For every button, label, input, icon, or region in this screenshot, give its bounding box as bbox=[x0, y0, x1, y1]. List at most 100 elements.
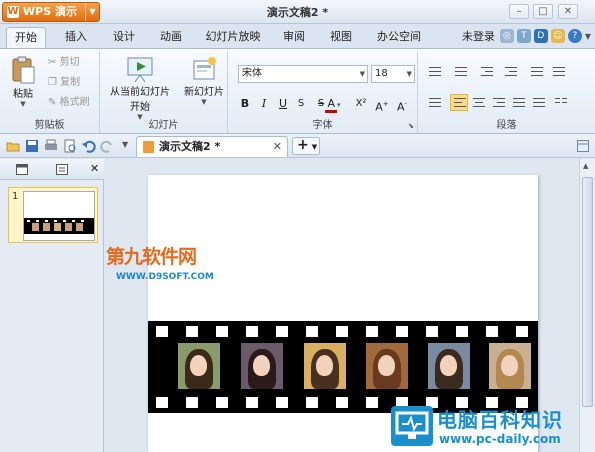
clipboard-group: 粘贴 ▼ ✂ 剪切 ❐ 复制 ✎ 格式刷 剪贴板 bbox=[0, 51, 100, 133]
font-group: 宋体 ▼ 18 ▼ B I U S S A ▾ X² A+ A- 字体 ⬊ bbox=[228, 51, 418, 133]
film-sprocket-hole bbox=[246, 397, 258, 408]
film-strip-image[interactable] bbox=[148, 321, 538, 413]
play-from-current-button[interactable]: 从当前幻灯片 开始 ▼ bbox=[104, 55, 176, 121]
maximize-button[interactable]: □ bbox=[533, 4, 553, 19]
account-cluster: 未登录 ◎ T D ☺ ? ▼ bbox=[462, 28, 591, 44]
slide-thumbnail-selected[interactable]: 1 bbox=[8, 187, 98, 243]
film-photo-frame bbox=[366, 343, 408, 389]
film-sprocket-hole bbox=[306, 326, 318, 337]
font-size-combo[interactable]: 18 ▼ bbox=[371, 65, 415, 83]
help-icon[interactable]: ? bbox=[567, 29, 582, 43]
scrollbar-thumb[interactable] bbox=[582, 177, 593, 407]
format-painter-label: 格式刷 bbox=[59, 97, 90, 108]
increase-indent-icon[interactable] bbox=[502, 63, 520, 80]
tab-animation[interactable]: 动画 bbox=[151, 27, 191, 48]
line-spacing-icon[interactable] bbox=[528, 63, 546, 80]
tab-design[interactable]: 设计 bbox=[104, 27, 144, 48]
tab-insert[interactable]: 插入 bbox=[56, 27, 96, 48]
paragraph-group: 段落 bbox=[418, 51, 595, 133]
film-sprocket-hole bbox=[306, 397, 318, 408]
chevron-down-icon[interactable]: ▼ bbox=[585, 32, 591, 41]
cut-button[interactable]: ✂ 剪切 bbox=[48, 55, 80, 71]
clipboard-group-label: 剪贴板 bbox=[34, 120, 65, 131]
save-icon[interactable] bbox=[25, 139, 39, 153]
chevron-down-icon: ▼ bbox=[406, 70, 412, 78]
site1-watermark-url: WWW.D9SOFT.COM bbox=[116, 272, 214, 282]
print-icon[interactable] bbox=[44, 139, 58, 153]
user-icon[interactable]: ◎ bbox=[499, 29, 514, 43]
shirt-icon[interactable]: T bbox=[516, 29, 531, 43]
redo-icon[interactable] bbox=[100, 139, 114, 153]
close-button[interactable]: ✕ bbox=[558, 4, 578, 19]
font-dialog-launcher-icon[interactable]: ⬊ bbox=[408, 122, 414, 130]
columns-icon[interactable] bbox=[552, 94, 570, 111]
scroll-up-icon[interactable]: ▲ bbox=[583, 162, 588, 170]
bullets-icon[interactable] bbox=[426, 63, 444, 80]
layout-icon[interactable] bbox=[577, 140, 589, 152]
close-tab-icon[interactable]: ✕ bbox=[273, 137, 282, 156]
slides-view-icon[interactable] bbox=[16, 164, 28, 175]
film-sprocket-hole bbox=[516, 326, 528, 337]
close-pane-icon[interactable]: ✕ bbox=[90, 162, 99, 175]
distributed-align-icon[interactable] bbox=[530, 94, 548, 111]
tab-review[interactable]: 审阅 bbox=[276, 27, 312, 48]
font-name-value: 宋体 bbox=[242, 68, 262, 79]
site1-watermark-name: 第九软件网 bbox=[106, 246, 197, 268]
site1-watermark: 第九软件网 WWW.D9SOFT.COM bbox=[106, 242, 214, 292]
document-tab-title: 演示文稿2 * bbox=[159, 140, 221, 153]
window-title: 演示文稿2 * bbox=[266, 6, 329, 19]
undo-icon[interactable] bbox=[82, 139, 96, 153]
slides-group-label: 幻灯片 bbox=[148, 120, 179, 131]
tab-office-space[interactable]: 办公空间 bbox=[371, 27, 427, 48]
italic-button[interactable]: I bbox=[258, 95, 270, 113]
site2-watermark-url: www.pc-daily.com bbox=[439, 432, 561, 446]
title-bar: W WPS 演示 ▼ 演示文稿2 * – □ ✕ bbox=[0, 0, 595, 24]
tab-home[interactable]: 开始 bbox=[6, 27, 46, 48]
minimize-button[interactable]: – bbox=[509, 4, 529, 19]
format-painter-button[interactable]: ✎ 格式刷 bbox=[48, 95, 90, 111]
copy-button[interactable]: ❐ 复制 bbox=[48, 75, 80, 91]
font-color-button[interactable]: A ▾ bbox=[322, 95, 344, 113]
distribute-icon[interactable] bbox=[426, 94, 444, 111]
shrink-font-button[interactable]: A- bbox=[394, 95, 410, 114]
film-photo-frame bbox=[489, 343, 531, 389]
cut-label: 剪切 bbox=[59, 57, 80, 68]
film-sprocket-hole bbox=[186, 326, 198, 337]
align-center-icon[interactable] bbox=[470, 94, 488, 111]
new-slide-button[interactable]: 新幻灯片 ▼ bbox=[182, 55, 226, 106]
font-name-combo[interactable]: 宋体 ▼ bbox=[238, 65, 368, 83]
new-tab-button[interactable]: + ▼ bbox=[292, 137, 320, 155]
play-from-current-label-2: 开始 bbox=[130, 102, 150, 113]
font-color-icon: A bbox=[325, 97, 337, 113]
open-folder-icon[interactable] bbox=[6, 139, 20, 153]
outline-view-icon[interactable] bbox=[56, 164, 68, 175]
document-tab[interactable]: 演示文稿2 * ✕ bbox=[136, 136, 288, 157]
tab-slideshow[interactable]: 幻灯片放映 bbox=[201, 27, 265, 48]
align-right-icon[interactable] bbox=[490, 94, 508, 111]
text-direction-icon[interactable] bbox=[550, 63, 568, 80]
new-slide-icon bbox=[193, 57, 216, 80]
slide-number: 1 bbox=[12, 191, 19, 202]
grow-font-button[interactable]: A+ bbox=[374, 95, 390, 114]
film-sprocket-hole bbox=[366, 397, 378, 408]
justify-icon[interactable] bbox=[510, 94, 528, 111]
chevron-down-icon: ▼ bbox=[311, 143, 318, 151]
print-preview-icon[interactable] bbox=[63, 139, 77, 153]
align-left-icon[interactable] bbox=[450, 94, 468, 111]
underline-button[interactable]: U bbox=[276, 95, 290, 113]
paste-button[interactable]: 粘贴 ▼ bbox=[6, 55, 40, 108]
bold-button[interactable]: B bbox=[238, 95, 252, 113]
tab-view[interactable]: 视图 bbox=[323, 27, 359, 48]
superscript-button[interactable]: X² bbox=[352, 95, 370, 113]
numbering-icon[interactable] bbox=[452, 63, 470, 80]
decrease-indent-icon[interactable] bbox=[478, 63, 496, 80]
film-photo-frame bbox=[178, 343, 220, 389]
chevron-down-icon[interactable]: ▼ bbox=[122, 140, 128, 149]
login-link[interactable]: 未登录 bbox=[462, 28, 495, 44]
site2-watermark-name: 电脑百科知识 bbox=[437, 408, 563, 432]
person-icon[interactable]: ☺ bbox=[550, 29, 565, 43]
d-icon[interactable]: D bbox=[533, 29, 548, 43]
film-sprocket-hole bbox=[216, 326, 228, 337]
brush-icon: ✎ bbox=[48, 97, 57, 108]
shadow-button[interactable]: S bbox=[294, 95, 308, 113]
